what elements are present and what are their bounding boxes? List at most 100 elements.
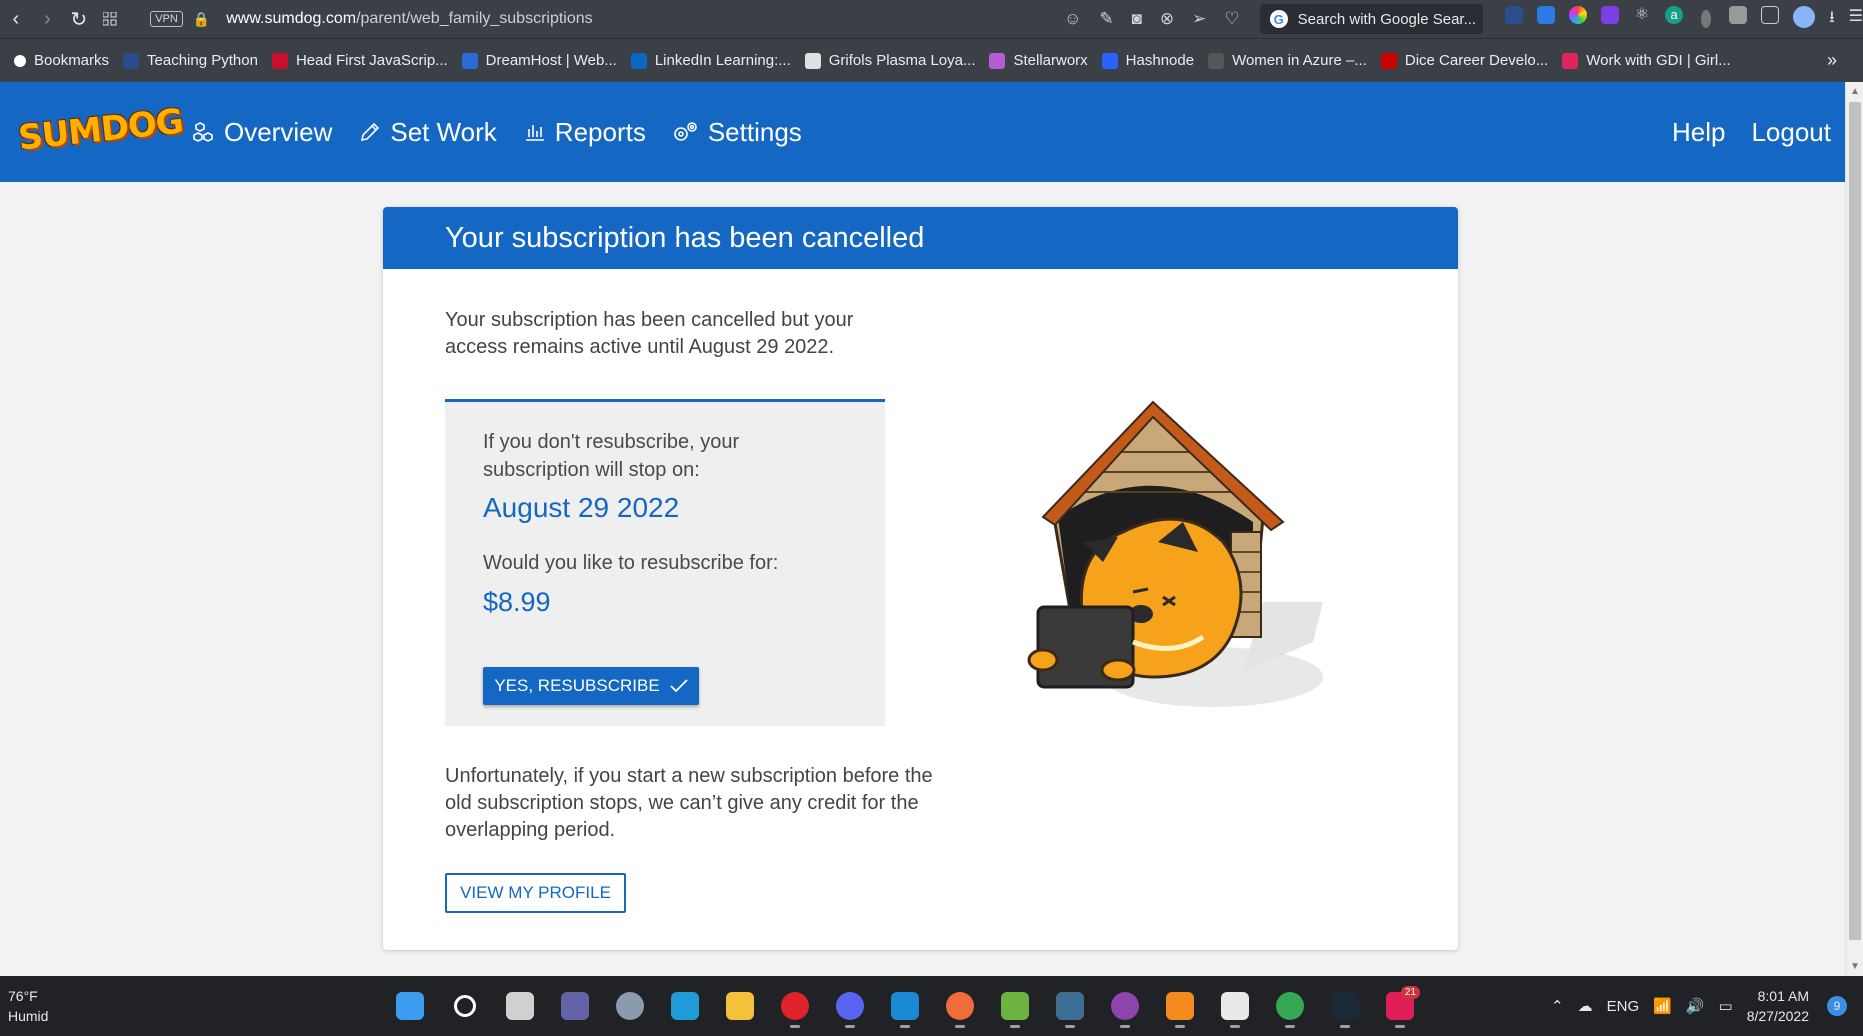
extension-icon[interactable] [1701,9,1712,28]
opera-icon[interactable] [777,988,813,1028]
bookmark-item[interactable]: Stellarworx [989,52,1088,69]
chrome-icon[interactable] [1272,988,1308,1028]
search-box[interactable]: G Search with Google Sear... [1259,4,1484,34]
react-icon[interactable]: ⚛ [1633,5,1652,24]
download-icon[interactable]: ⭳ [1829,6,1835,33]
nav-settings[interactable]: Settings [672,117,802,148]
postman-icon[interactable] [942,988,978,1028]
battery-icon[interactable]: ▭ [1719,997,1733,1015]
edge-icon[interactable] [667,988,703,1024]
scroll-up-icon[interactable]: ▲ [1850,86,1860,97]
bookmark-item[interactable]: Teaching Python [123,52,258,69]
notification-badge[interactable]: 9 [1827,996,1847,1016]
nav-set-work[interactable]: Set Work [358,116,497,148]
reload-icon[interactable]: ↻ [63,0,95,38]
page-scrollbar[interactable]: ▲ ▼ [1845,82,1863,976]
settings-icon[interactable] [612,988,648,1024]
bookmark-item[interactable]: Head First JavaScrip... [271,52,448,69]
back-icon[interactable]: ‹ [0,0,32,38]
bookmark-item[interactable]: Women in Azure –... [1208,52,1367,69]
bookmark-item[interactable]: Grifols Plasma Loya... [804,52,975,69]
bookmark-item[interactable]: Hashnode [1101,52,1194,69]
bookmark-item[interactable]: DreamHost | Web... [461,52,617,69]
bookmark-label: Stellarworx [1013,52,1088,69]
nav-set-work-label: Set Work [390,116,497,147]
vscode-icon[interactable] [887,988,923,1028]
nav-overview[interactable]: Overview [192,117,332,148]
bookmark-favicon-icon [989,52,1006,69]
slack-badge: 21 [1400,986,1420,999]
bookmark-item[interactable]: Dice Career Develo... [1380,52,1549,69]
tabs-grid-icon[interactable] [95,0,127,38]
postman-glyph [946,992,974,1020]
cube-icon[interactable] [1761,5,1780,24]
resubscribe-question: Would you like to resubscribe for: [483,552,779,574]
logo-text: SUMDOG [16,101,185,159]
color-picker-icon[interactable] [1569,5,1588,24]
address-bar[interactable]: www.sumdog.com/parent/web_family_subscri… [226,10,820,28]
clock-time: 8:01 AM [1757,988,1809,1004]
task-view-icon[interactable] [502,988,538,1024]
extension-icon[interactable] [1601,5,1620,24]
discord-icon[interactable] [832,988,868,1028]
chevron-up-icon[interactable]: ⌃ [1551,997,1564,1015]
github-desktop-icon[interactable] [1107,988,1143,1028]
nav-reports[interactable]: Reports [523,117,646,148]
scroll-thumb[interactable] [1849,102,1861,940]
emoji-icon[interactable]: ☺ [1064,9,1081,29]
extension-icon[interactable] [1537,5,1556,24]
send-icon[interactable]: ➢ [1192,9,1206,29]
onedrive-icon[interactable]: ☁ [1578,997,1593,1015]
file-explorer-icon[interactable] [722,988,758,1024]
view-profile-button[interactable]: VIEW MY PROFILE [445,873,626,913]
camera-icon[interactable]: ◙ [1132,9,1142,29]
lock-icon[interactable]: 🔒 [193,11,210,28]
edit-icon[interactable]: ✎ [1099,9,1113,29]
start-icon[interactable] [392,988,428,1024]
google-icon: G [1269,10,1288,28]
clock[interactable]: 8:01 AM 8/27/2022 [1747,986,1809,1026]
sublime-text-icon[interactable] [1162,988,1198,1028]
volume-icon[interactable]: 🔊 [1686,997,1705,1015]
bookmark-item[interactable]: Work with GDI | Girl... [1562,52,1731,69]
running-indicator [845,1025,855,1028]
bookmark-label: DreamHost | Web... [485,52,617,69]
steam-icon[interactable] [1327,988,1363,1028]
nav-reports-label: Reports [554,116,646,147]
weather-widget[interactable]: 76°F Humid [8,986,48,1026]
slack-icon[interactable]: 21 [1382,986,1420,1028]
bookmark-label: Work with GDI | Girl... [1586,52,1731,69]
more-bookmarks-icon[interactable]: » [1827,50,1837,71]
extension-icon[interactable] [1505,5,1524,24]
bookmark-label: Dice Career Develo... [1404,52,1549,69]
language-indicator[interactable]: ENG [1607,998,1640,1015]
bookmark-favicon-icon [1380,52,1397,69]
wifi-icon[interactable]: 📶 [1653,997,1672,1015]
teams-chat-icon[interactable] [557,988,593,1024]
logout-link[interactable]: Logout [1751,117,1831,148]
search-placeholder: Search with Google Sear... [1297,10,1477,28]
spring-icon[interactable] [997,988,1033,1028]
url-path: /parent/web_family_subscriptions [356,10,593,27]
bookmark-item[interactable]: LinkedIn Learning:... [630,52,791,69]
cancel-message: Your subscription has been cancelled but… [445,309,854,358]
search-icon[interactable] [447,988,483,1024]
bookmark-item[interactable]: Bookmarks [14,52,109,69]
system-tray: ⌃ ☁ ENG 📶 🔊 ▭ 8:01 AM 8/27/2022 9 [1551,976,1863,1036]
wallet-icon[interactable] [1729,5,1748,24]
forward-icon[interactable]: › [32,0,64,38]
snipping-tool-icon[interactable] [1217,988,1253,1028]
bookmark-label: Head First JavaScrip... [295,52,448,69]
windows-taskbar: 76°F Humid 21 ⌃ ☁ ENG 📶 🔊 ▭ 8:01 AM 8/27… [0,976,1863,1036]
sumdog-logo[interactable]: SUMDOG [16,101,184,160]
extension-icon[interactable]: a [1665,5,1684,24]
help-link[interactable]: Help [1672,117,1725,148]
scroll-down-icon[interactable]: ▼ [1850,961,1860,972]
menu-icon[interactable]: ☰ [1849,6,1863,33]
heart-icon[interactable]: ♡ [1224,9,1239,29]
adblock-icon[interactable]: ⊗ [1160,9,1174,29]
resubscribe-button[interactable]: YES, RESUBSCRIBE [483,667,699,705]
vpn-badge[interactable]: VPN [150,11,183,27]
profile-avatar-icon[interactable] [1793,5,1816,28]
mysql-workbench-icon[interactable] [1052,988,1088,1028]
